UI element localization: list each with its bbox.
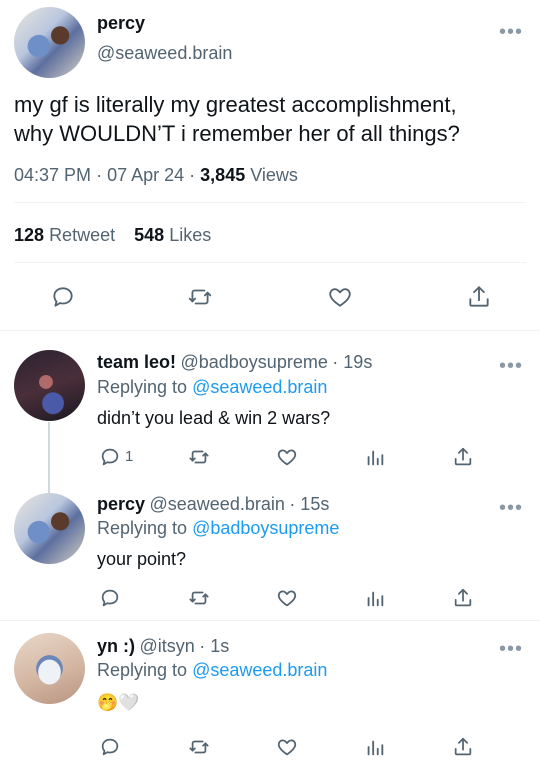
analytics-icon[interactable] bbox=[364, 587, 386, 609]
replying-to-link[interactable]: @seaweed.brain bbox=[192, 377, 327, 397]
main-tweet-line-2: why WOULDN’T i remember her of all thing… bbox=[14, 121, 460, 146]
reply-author-handle[interactable]: @itsyn bbox=[139, 636, 194, 656]
thread-line bbox=[48, 422, 50, 494]
reply-count: 1 bbox=[125, 448, 134, 465]
reply-author-handle[interactable]: @badboysupreme bbox=[180, 352, 327, 372]
reply-icon[interactable] bbox=[99, 587, 121, 609]
reply-text: 🤭🤍 bbox=[97, 693, 140, 712]
divider bbox=[0, 330, 540, 331]
reply-avatar[interactable] bbox=[14, 633, 85, 704]
retweet-icon[interactable] bbox=[186, 284, 214, 310]
engagement-stats: 128 Retweet 548 Likes bbox=[14, 225, 211, 246]
main-tweet-line-1: my gf is literally my greatest accomplis… bbox=[14, 92, 457, 117]
reply-header: team leo! @badboysupreme · 19s bbox=[97, 352, 372, 373]
main-time[interactable]: 04:37 PM bbox=[14, 165, 91, 185]
analytics-icon[interactable] bbox=[364, 446, 386, 468]
replying-to-link[interactable]: @seaweed.brain bbox=[192, 660, 327, 680]
retweet-icon[interactable] bbox=[187, 446, 211, 468]
share-icon[interactable] bbox=[452, 445, 474, 469]
reply-text: your point? bbox=[97, 549, 187, 569]
main-more-icon[interactable]: ••• bbox=[499, 22, 523, 42]
reply-author-name[interactable]: team leo! bbox=[97, 352, 176, 372]
analytics-icon[interactable] bbox=[364, 736, 386, 758]
heart-icon[interactable] bbox=[275, 736, 299, 758]
meta-sep: · bbox=[189, 165, 196, 185]
retweets-stat[interactable]: 128 Retweet bbox=[14, 225, 120, 245]
likes-label: Likes bbox=[169, 225, 212, 245]
reply-more-icon[interactable]: ••• bbox=[499, 356, 523, 376]
main-tweet-meta: 04:37 PM · 07 Apr 24 · 3,845 Views bbox=[14, 165, 298, 186]
heart-icon[interactable] bbox=[275, 587, 299, 609]
share-icon[interactable] bbox=[466, 283, 492, 311]
retweets-count: 128 bbox=[14, 225, 45, 245]
replying-prefix: Replying to bbox=[97, 518, 188, 538]
reply-more-icon[interactable]: ••• bbox=[499, 498, 523, 518]
share-icon[interactable] bbox=[452, 735, 474, 759]
reply-header: percy @seaweed.brain · 15s bbox=[97, 494, 329, 515]
divider bbox=[14, 202, 526, 203]
retweet-icon[interactable] bbox=[187, 736, 211, 758]
reply-time[interactable]: · 15s bbox=[289, 494, 329, 514]
heart-icon[interactable] bbox=[275, 446, 299, 468]
views-count: 3,845 bbox=[200, 165, 246, 185]
replying-prefix: Replying to bbox=[97, 377, 188, 397]
main-tweet-text: my gf is literally my greatest accomplis… bbox=[14, 90, 534, 148]
reply-time[interactable]: · 19s bbox=[332, 352, 372, 372]
likes-stat[interactable]: 548 Likes bbox=[134, 225, 211, 245]
reply-icon[interactable] bbox=[99, 736, 121, 758]
main-author-handle[interactable]: @seaweed.brain bbox=[97, 43, 232, 64]
likes-count: 548 bbox=[134, 225, 165, 245]
replying-to: Replying to @seaweed.brain bbox=[97, 377, 327, 398]
replying-to: Replying to @seaweed.brain bbox=[97, 660, 327, 681]
reply-icon[interactable] bbox=[99, 446, 121, 468]
reply-avatar[interactable] bbox=[14, 493, 85, 564]
reply-time[interactable]: · 1s bbox=[199, 636, 229, 656]
reply-icon[interactable] bbox=[50, 284, 76, 310]
replying-prefix: Replying to bbox=[97, 660, 188, 680]
main-date[interactable]: 07 Apr 24 bbox=[107, 165, 184, 185]
retweet-icon[interactable] bbox=[187, 587, 211, 609]
meta-sep: · bbox=[96, 165, 103, 185]
main-author-name[interactable]: percy bbox=[97, 13, 145, 34]
reply-author-name[interactable]: yn :) bbox=[97, 636, 135, 656]
replying-to: Replying to @badboysupreme bbox=[97, 518, 339, 539]
replying-to-link[interactable]: @badboysupreme bbox=[192, 518, 339, 538]
reply-author-handle[interactable]: @seaweed.brain bbox=[150, 494, 285, 514]
reply-header: yn :) @itsyn · 1s bbox=[97, 636, 229, 657]
main-avatar[interactable] bbox=[14, 7, 85, 78]
heart-icon[interactable] bbox=[326, 284, 354, 310]
retweets-label: Retweet bbox=[49, 225, 116, 245]
divider bbox=[0, 620, 540, 621]
reply-author-name[interactable]: percy bbox=[97, 494, 145, 514]
views-label: Views bbox=[250, 165, 298, 185]
reply-text: didn’t you lead & win 2 wars? bbox=[97, 408, 331, 428]
share-icon[interactable] bbox=[452, 586, 474, 610]
reply-avatar[interactable] bbox=[14, 350, 85, 421]
divider bbox=[14, 262, 526, 263]
reply-more-icon[interactable]: ••• bbox=[499, 639, 523, 659]
